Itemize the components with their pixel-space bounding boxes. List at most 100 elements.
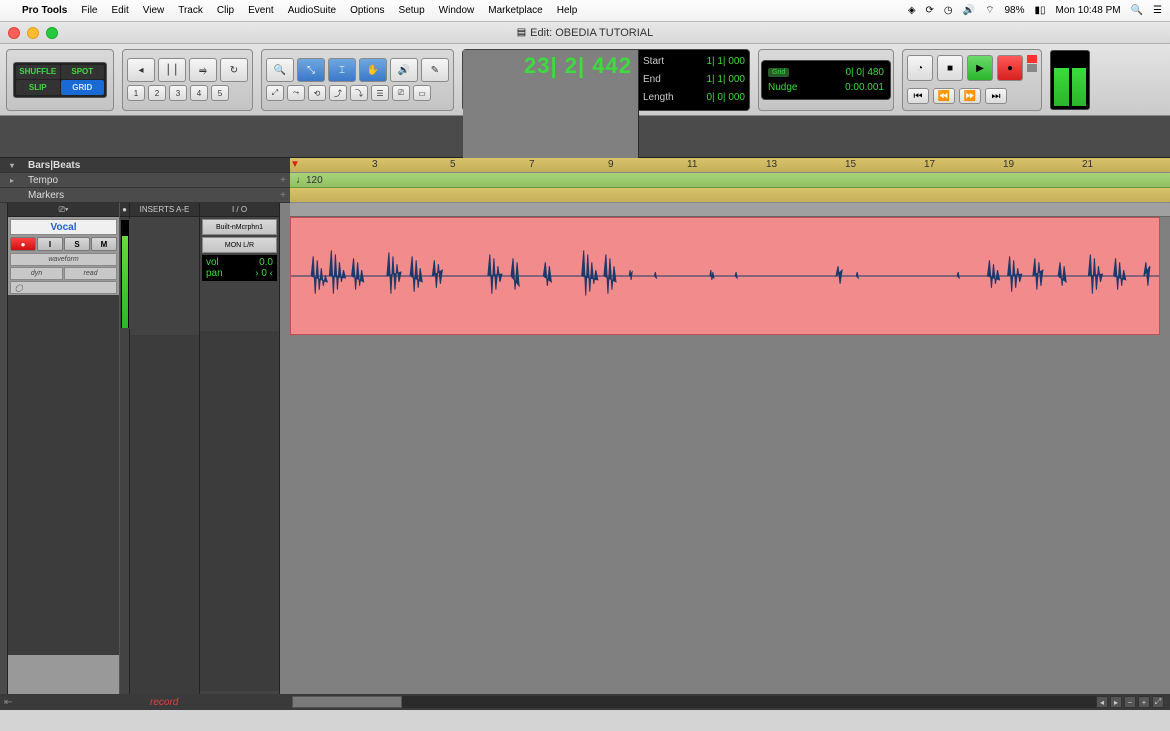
zoom-preset-3[interactable]: 3	[169, 85, 187, 101]
ruler-tempo[interactable]: ♩120	[290, 173, 1170, 188]
zoom-preset-1[interactable]: 1	[127, 85, 145, 101]
track-auto-dyn[interactable]: dyn	[10, 267, 63, 280]
zoom-preset-5[interactable]: 5	[211, 85, 229, 101]
menu-view[interactable]: View	[143, 5, 165, 16]
loop-icon[interactable]: ↻	[220, 58, 248, 82]
track-auto-mode[interactable]: read	[64, 267, 117, 280]
shuffle-lock-icon[interactable]: ⤢	[266, 85, 284, 101]
zoom-fit-btn[interactable]: ⤢	[1152, 696, 1164, 708]
layered-edit-icon[interactable]: ⎚	[392, 85, 410, 101]
grabber-tool-icon[interactable]: ✋	[359, 58, 387, 82]
selector-tool-icon[interactable]: ⌶	[328, 58, 356, 82]
input-selector[interactable]: Built-nMcrphn1	[202, 219, 277, 235]
zoom-preset-2[interactable]: 2	[148, 85, 166, 101]
volume-icon[interactable]: 🔊	[963, 5, 975, 16]
zoom-out-btn[interactable]: −	[1124, 696, 1136, 708]
scrubber-tool-icon[interactable]: 🔊	[390, 58, 418, 82]
menu-event[interactable]: Event	[248, 5, 274, 16]
menu-setup[interactable]: Setup	[399, 5, 425, 16]
rec-mode-indicator-2[interactable]	[1027, 64, 1037, 72]
link-timeline-icon[interactable]: ⤳	[287, 85, 305, 101]
scroll-right-btn[interactable]: ▸	[1110, 696, 1122, 708]
fforward-button[interactable]: ⏩	[959, 88, 981, 104]
vol-value[interactable]: 0.0	[259, 257, 273, 268]
zoom-toggle-icon[interactable]: ◂	[127, 58, 155, 82]
scroll-left-btn[interactable]: ◂	[1096, 696, 1108, 708]
battery-icon[interactable]: ▮▯	[1035, 5, 1046, 16]
online-button[interactable]: ◔	[907, 55, 933, 81]
spotlight-icon[interactable]: 🔍	[1131, 5, 1143, 16]
track-view-mode[interactable]: waveform	[10, 253, 117, 266]
zoom-in-btn[interactable]: +	[1138, 696, 1150, 708]
output-selector[interactable]: MON L/R	[202, 237, 277, 253]
trim-tool-icon[interactable]: ⤡	[297, 58, 325, 82]
mode-spot[interactable]: SPOT	[61, 65, 105, 80]
h-scrollbar-track[interactable]	[292, 696, 1100, 708]
notifications-icon[interactable]: ☰	[1153, 5, 1162, 16]
pencil-tool-icon[interactable]: ✎	[421, 58, 449, 82]
audio-clip[interactable]	[290, 217, 1160, 335]
grid-label[interactable]: Grid	[768, 68, 789, 77]
video-icon[interactable]: ▭	[413, 85, 431, 101]
ruler-tempo-label[interactable]: ▸Tempo+	[0, 173, 290, 188]
stop-button[interactable]: ■	[937, 55, 963, 81]
maximize-button[interactable]	[46, 27, 58, 39]
rewind-button[interactable]: ⏪	[933, 88, 955, 104]
ruler-bars-beats[interactable]: ▼ 3 5 7 9 11 13 15 17 19 21	[290, 158, 1170, 173]
app-name[interactable]: Pro Tools	[22, 5, 67, 16]
mode-grid[interactable]: GRID	[61, 80, 105, 95]
counter-main-value[interactable]: 23| 2| 442	[469, 53, 632, 79]
sync-icon[interactable]: ⟳	[926, 5, 934, 16]
track-mute-button[interactable]: M	[91, 237, 117, 251]
rec-mode-indicator[interactable]	[1027, 55, 1037, 63]
ruler-markers-label[interactable]: Markers+	[0, 188, 290, 203]
track-elastic-icon[interactable]: ◯	[10, 281, 117, 294]
auto-follows-icon[interactable]: ⤵	[350, 85, 368, 101]
play-button[interactable]: ▶	[967, 55, 993, 81]
insertion-follows-icon[interactable]: ⤴	[329, 85, 347, 101]
nudge-value[interactable]: 0:00.001	[845, 82, 884, 93]
scroll-left-icon[interactable]: ⇤	[4, 697, 12, 708]
ruler-bars-label[interactable]: ▾Bars|Beats	[0, 158, 290, 173]
minimize-button[interactable]	[27, 27, 39, 39]
goto-end-button[interactable]: ⏭	[985, 88, 1007, 104]
close-button[interactable]	[8, 27, 20, 39]
trim-icon[interactable]: ⎪⎪	[158, 58, 186, 82]
menu-track[interactable]: Track	[178, 5, 203, 16]
menu-options[interactable]: Options	[350, 5, 384, 16]
avid-icon[interactable]: ◈	[908, 5, 916, 16]
track-name[interactable]: Vocal	[10, 219, 117, 235]
track-view-selector[interactable]: ⎚▾	[8, 203, 119, 217]
menu-audiosuite[interactable]: AudioSuite	[288, 5, 336, 16]
track-rec-button[interactable]: ●	[10, 237, 36, 251]
menu-marketplace[interactable]: Marketplace	[488, 5, 542, 16]
tab-transient-icon[interactable]: ⥤	[189, 58, 217, 82]
end-value[interactable]: 1| 1| 000	[706, 74, 745, 85]
mirror-edit-icon[interactable]: ☰	[371, 85, 389, 101]
playhead-marker-icon[interactable]: ▼	[290, 159, 300, 170]
menu-clip[interactable]: Clip	[217, 5, 234, 16]
mode-shuffle[interactable]: SHUFFLE	[16, 65, 60, 80]
zoom-preset-4[interactable]: 4	[190, 85, 208, 101]
grid-value[interactable]: 0| 0| 480	[845, 67, 884, 78]
rtz-button[interactable]: ⏮	[907, 88, 929, 104]
zoomer-tool-icon[interactable]: 🔍	[266, 58, 294, 82]
h-scrollbar-thumb[interactable]	[292, 696, 402, 708]
track-solo-button[interactable]: S	[64, 237, 90, 251]
start-value[interactable]: 1| 1| 000	[706, 56, 745, 67]
mode-slip[interactable]: SLIP	[16, 80, 60, 95]
timeline[interactable]	[290, 203, 1170, 694]
link-edit-icon[interactable]: ⟲	[308, 85, 326, 101]
menu-help[interactable]: Help	[557, 5, 578, 16]
menu-edit[interactable]: Edit	[112, 5, 129, 16]
pan-value[interactable]: › 0 ‹	[255, 268, 273, 279]
track-list-gutter[interactable]	[0, 203, 8, 694]
clock-icon[interactable]: ◷	[944, 5, 953, 16]
wifi-icon[interactable]: ⌔	[985, 4, 994, 17]
menu-window[interactable]: Window	[439, 5, 475, 16]
length-value[interactable]: 0| 0| 000	[706, 92, 745, 103]
record-button[interactable]: ●	[997, 55, 1023, 81]
ruler-markers[interactable]	[290, 188, 1170, 203]
menu-file[interactable]: File	[81, 5, 97, 16]
track-input-button[interactable]: I	[37, 237, 63, 251]
